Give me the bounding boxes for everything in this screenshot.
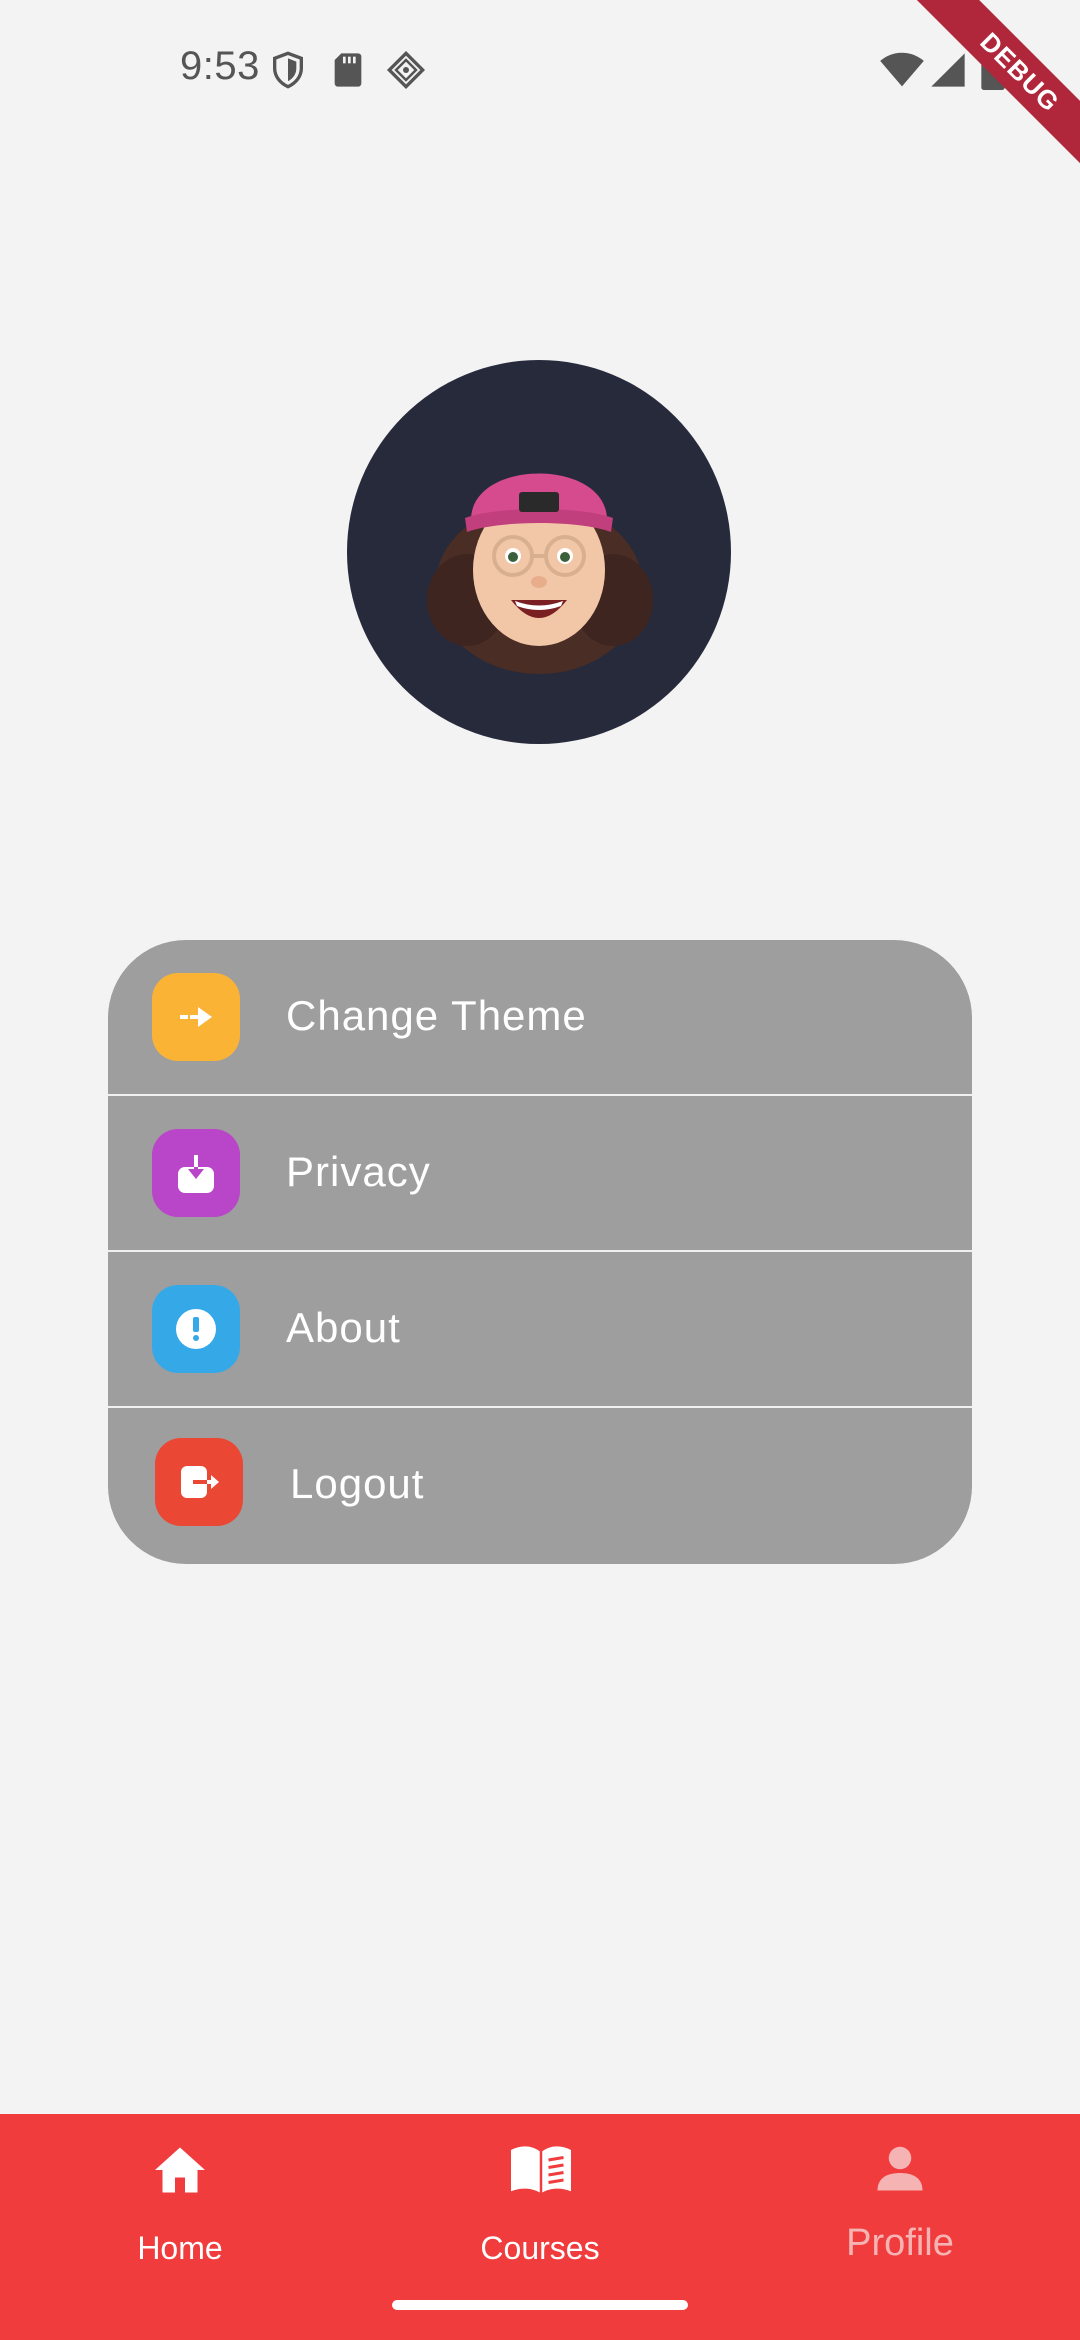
status-bar: 9:53 [0,0,1080,140]
menu-item-label: Change Theme [286,992,587,1039]
settings-menu: Change Theme Privacy About Logout [108,940,972,1564]
book-icon [511,2146,571,2193]
cell-signal-icon [931,53,965,87]
shield-icon [273,51,303,89]
menu-item-logout[interactable]: Logout [108,1408,972,1562]
menu-item-change-theme[interactable]: Change Theme [108,940,972,1094]
nav-label-home: Home [137,2230,223,2266]
home-icon [155,2147,205,2193]
nav-item-home[interactable]: Home [0,2114,360,2340]
home-indicator[interactable] [392,2300,688,2310]
profile-screen: 9:53 DEBUG Change Theme Privacy About Lo… [0,0,1080,2340]
nav-item-profile[interactable]: Profile [720,2114,1080,2340]
menu-item-privacy[interactable]: Privacy [108,1096,972,1250]
enter-arrow-icon [152,973,240,1061]
download-box-icon [152,1129,240,1217]
menu-item-label: Logout [290,1460,425,1507]
logout-icon [155,1438,243,1526]
network-diamond-icon [386,50,426,90]
info-alert-icon [152,1285,240,1373]
wifi-icon [880,52,924,87]
bottom-navigation: Home Courses Profile [0,2114,1080,2340]
menu-item-about[interactable]: About [108,1252,972,1406]
avatar[interactable] [347,360,731,744]
memoji-avatar [427,473,653,674]
menu-item-label: Privacy [286,1148,431,1195]
status-time: 9:53 [180,44,260,88]
menu-item-label: About [286,1304,401,1351]
nav-label-profile: Profile [846,2222,954,2264]
sd-card-icon [334,53,362,87]
battery-icon [981,50,1005,90]
nav-label-courses: Courses [480,2230,600,2266]
person-icon [877,2146,923,2191]
